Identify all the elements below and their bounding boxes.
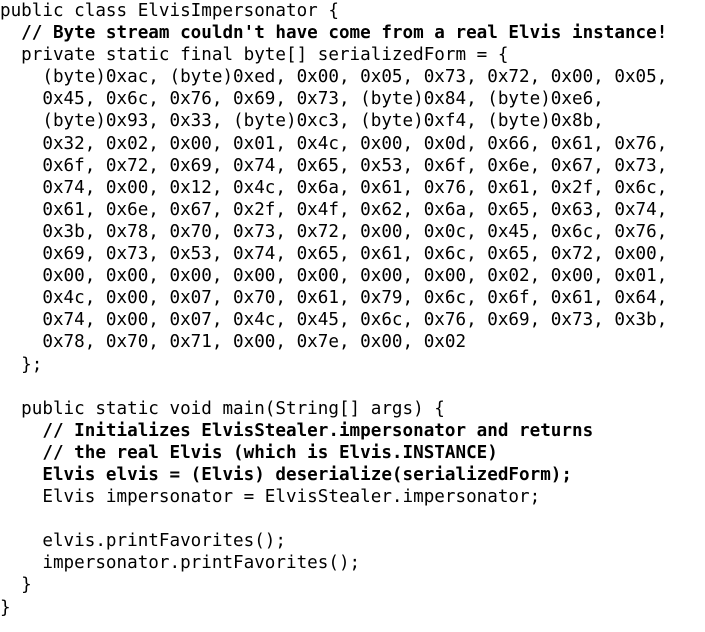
code-line: 0x61, 0x6e, 0x67, 0x2f, 0x4f, 0x62, 0x6a… bbox=[0, 199, 668, 220]
code-line: Elvis elvis = (Elvis) deserialize(serial… bbox=[0, 464, 572, 485]
code-line: 0x6f, 0x72, 0x69, 0x74, 0x65, 0x53, 0x6f… bbox=[0, 155, 668, 176]
code-line: }; bbox=[0, 354, 43, 375]
code-listing: public class ElvisImpersonator { // Byte… bbox=[0, 0, 705, 619]
code-line: Elvis impersonator = ElvisStealer.impers… bbox=[0, 487, 541, 508]
code-line: // the real Elvis (which is Elvis.INSTAN… bbox=[0, 442, 498, 463]
code-line: elvis.printFavorites(); bbox=[0, 531, 286, 552]
code-line: 0x00, 0x00, 0x00, 0x00, 0x00, 0x00, 0x00… bbox=[0, 266, 668, 287]
code-line: private static final byte[] serializedFo… bbox=[0, 45, 509, 66]
code-line: impersonator.printFavorites(); bbox=[0, 553, 361, 574]
code-line: 0x45, 0x6c, 0x76, 0x69, 0x73, (byte)0x84… bbox=[0, 89, 604, 110]
code-line: 0x74, 0x00, 0x12, 0x4c, 0x6a, 0x61, 0x76… bbox=[0, 177, 668, 198]
code-line: 0x4c, 0x00, 0x07, 0x70, 0x61, 0x79, 0x6c… bbox=[0, 288, 668, 309]
code-line: (byte)0xac, (byte)0xed, 0x00, 0x05, 0x73… bbox=[0, 67, 668, 88]
code-line: 0x69, 0x73, 0x53, 0x74, 0x65, 0x61, 0x6c… bbox=[0, 244, 668, 265]
code-line: // Initializes ElvisStealer.impersonator… bbox=[0, 420, 594, 441]
code-line: 0x74, 0x00, 0x07, 0x4c, 0x45, 0x6c, 0x76… bbox=[0, 310, 668, 331]
code-line: (byte)0x93, 0x33, (byte)0xc3, (byte)0xf4… bbox=[0, 111, 604, 132]
code-line: public class ElvisImpersonator { bbox=[0, 1, 339, 21]
code-line: 0x78, 0x70, 0x71, 0x00, 0x7e, 0x00, 0x02 bbox=[0, 332, 467, 353]
code-line: } bbox=[0, 575, 32, 596]
code-line: } bbox=[0, 597, 11, 618]
code-line: // Byte stream couldn't have come from a… bbox=[0, 23, 668, 44]
code-line: 0x32, 0x02, 0x00, 0x01, 0x4c, 0x00, 0x0d… bbox=[0, 133, 668, 154]
code-line: 0x3b, 0x78, 0x70, 0x73, 0x72, 0x00, 0x0c… bbox=[0, 221, 668, 242]
code-line: public static void main(String[] args) { bbox=[0, 398, 445, 419]
